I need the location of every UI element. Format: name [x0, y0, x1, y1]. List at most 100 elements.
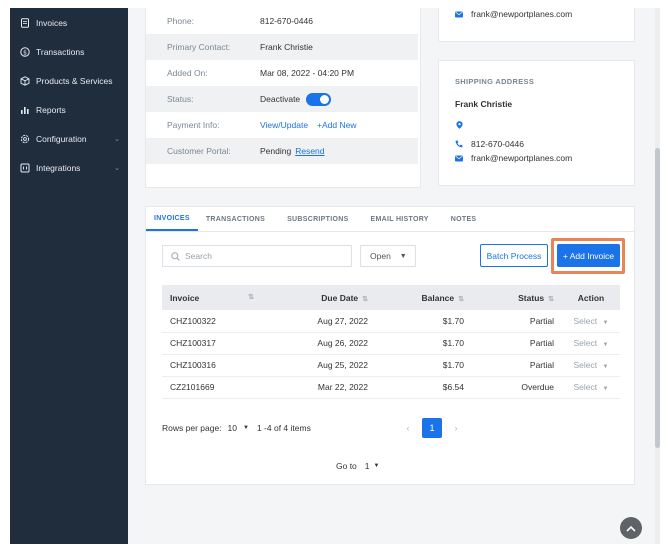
info-key: Status:: [167, 94, 194, 104]
sidebar-item-label: Transactions: [36, 46, 85, 57]
page-scrollbar[interactable]: [655, 8, 660, 544]
shipping-address-card: SHIPPING ADDRESS Frank Christie 812-670-…: [438, 60, 635, 186]
balance-cell: $1.70: [376, 354, 472, 377]
sidebar-item-invoices[interactable]: Invoices: [10, 8, 128, 37]
col-status-label: Status: [518, 292, 545, 303]
caret-down-icon: ▼: [373, 463, 380, 469]
sort-icon: ⇅: [458, 295, 464, 303]
rows-per-page-select[interactable]: 10 ▼: [228, 423, 249, 433]
sidebar-item-reports[interactable]: Reports: [10, 95, 128, 124]
table-row: CHZ100316 Aug 25, 2022 $1.70 Partial Sel…: [162, 354, 620, 377]
add-invoice-button[interactable]: + Add Invoice: [557, 244, 620, 267]
page-nav: ‹ 1 ›: [398, 418, 466, 438]
add-new-payment-link[interactable]: +Add New: [317, 120, 356, 130]
col-invoice-label: Invoice: [170, 292, 200, 303]
status-value: Deactivate: [260, 92, 332, 106]
sidebar-item-integrations[interactable]: Integrations ⌄: [10, 153, 128, 182]
caret-down-icon: ▼: [399, 252, 407, 260]
balance-cell: $1.70: [376, 310, 472, 333]
col-status[interactable]: Status ⇅: [472, 285, 562, 310]
batch-process-button[interactable]: Batch Process: [480, 244, 548, 267]
info-row-status: Status: Deactivate: [146, 86, 418, 112]
sidebar: Invoices $ Transactions Products & Servi…: [10, 8, 128, 544]
sidebar-item-configuration[interactable]: Configuration ⌄: [10, 124, 128, 153]
sidebar-item-transactions[interactable]: $ Transactions: [10, 37, 128, 66]
customer-info-card: Phone: 812-670-0446 Primary Contact: Fra…: [145, 8, 421, 188]
box-icon: [20, 75, 30, 86]
caret-down-icon: ▼: [602, 364, 609, 370]
action-select[interactable]: Select ▼: [562, 332, 620, 355]
balance-cell: $6.54: [376, 376, 472, 399]
filter-value: Open: [370, 251, 391, 261]
sidebar-item-label: Integrations: [36, 162, 81, 173]
phone-icon: [455, 140, 463, 148]
due-date-cell: Aug 26, 2022: [262, 332, 376, 355]
status-filter-select[interactable]: Open ▼: [360, 245, 416, 267]
next-page-button[interactable]: ›: [446, 418, 466, 438]
tab-transactions[interactable]: TRANSACTIONS: [198, 207, 273, 231]
resend-link[interactable]: Resend: [295, 146, 324, 156]
tab-divider: [146, 231, 634, 232]
shipping-email-text: frank@newportplanes.com: [471, 153, 573, 163]
search-icon: [171, 251, 180, 261]
bar-chart-icon: [20, 105, 30, 115]
status-label: Deactivate: [260, 94, 301, 104]
sidebar-item-products[interactable]: Products & Services: [10, 66, 128, 95]
document-icon: [20, 17, 30, 28]
tab-email-history[interactable]: EMAIL HISTORY: [363, 207, 437, 231]
envelope-icon: [455, 10, 463, 18]
status-cell: Partial: [472, 310, 562, 333]
action-select[interactable]: Select ▼: [562, 376, 620, 399]
sort-icon: ⇅: [548, 295, 554, 303]
shipping-phone: 812-670-0446: [455, 139, 524, 149]
action-label: Select: [573, 382, 598, 392]
location-pin-icon: [455, 121, 463, 129]
search-input[interactable]: Search: [162, 245, 352, 267]
tab-subscriptions[interactable]: SUBSCRIPTIONS: [279, 207, 356, 231]
chevron-down-icon: ⌄: [114, 164, 120, 172]
caret-down-icon: ▼: [602, 342, 609, 348]
shipping-name-text: Frank Christie: [455, 99, 513, 109]
table-row: CHZ100317 Aug 26, 2022 $1.70 Partial Sel…: [162, 332, 620, 355]
status-cell: Partial: [472, 354, 562, 377]
plug-icon: [20, 163, 30, 173]
info-value: Mar 08, 2022 - 04:20 PM: [260, 68, 355, 78]
status-toggle[interactable]: [306, 92, 332, 106]
sidebar-item-label: Invoices: [36, 17, 68, 28]
invoice-link[interactable]: CZ2101669: [162, 376, 262, 399]
portal-value: Pending Resend: [260, 146, 325, 156]
goto-label: Go to: [336, 461, 357, 471]
gear-icon: [20, 134, 30, 144]
shipping-location: [455, 121, 471, 129]
invoice-link[interactable]: CHZ100317: [162, 332, 262, 355]
col-due-date-label: Due Date: [321, 292, 359, 303]
sidebar-item-label: Reports: [36, 104, 66, 115]
rows-per-page: Rows per page: 10 ▼ 1 -4 of 4 items: [162, 423, 311, 433]
info-row-added-on: Added On: Mar 08, 2022 - 04:20 PM: [146, 60, 418, 86]
caret-down-icon: ▼: [602, 386, 609, 392]
col-invoice[interactable]: Invoice ⇅: [162, 285, 262, 310]
tab-invoices[interactable]: INVOICES: [146, 207, 198, 231]
action-select[interactable]: Select ▼: [562, 310, 620, 333]
prev-page-button[interactable]: ‹: [398, 418, 418, 438]
main-content: Phone: 812-670-0446 Primary Contact: Fra…: [128, 8, 660, 544]
col-balance[interactable]: Balance ⇅: [376, 285, 472, 310]
payment-links: View/Update +Add New: [260, 120, 357, 130]
status-cell: Partial: [472, 332, 562, 355]
scrollbar-thumb[interactable]: [655, 148, 660, 448]
portal-status: Pending: [260, 146, 292, 156]
goto-select[interactable]: 1 ▼: [365, 461, 380, 471]
col-due-date[interactable]: Due Date ⇅: [262, 285, 376, 310]
rows-per-page-label: Rows per page:: [162, 423, 222, 433]
page-button-current[interactable]: 1: [422, 418, 442, 438]
info-row-phone: Phone: 812-670-0446: [146, 8, 418, 34]
tab-notes[interactable]: NOTES: [443, 207, 485, 231]
view-update-link[interactable]: View/Update: [260, 120, 308, 130]
envelope-icon: [455, 154, 463, 162]
pagination-range: 1 -4 of 4 items: [256, 423, 311, 433]
action-select[interactable]: Select ▼: [562, 354, 620, 377]
col-action: Action: [562, 285, 620, 310]
invoice-link[interactable]: CHZ100322: [162, 310, 262, 333]
scroll-to-top-button[interactable]: [620, 517, 642, 539]
invoice-link[interactable]: CHZ100316: [162, 354, 262, 377]
